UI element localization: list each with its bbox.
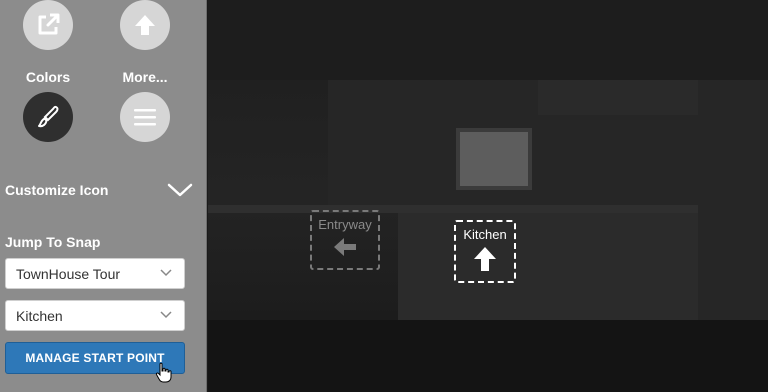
window (456, 128, 532, 190)
colors-button[interactable] (23, 92, 73, 142)
jump-to-snap-label: Jump To Snap (5, 234, 101, 250)
sidebar: Colors More... Customize Icon Jump To Sn… (0, 0, 207, 392)
colors-label: Colors (25, 69, 71, 85)
hotspot-entryway[interactable]: Entryway (310, 210, 380, 270)
hotspot-entryway-label: Entryway (318, 217, 372, 232)
up-arrow-icon (474, 247, 496, 271)
upload-button[interactable] (120, 0, 170, 50)
chevron-down-icon (160, 311, 172, 319)
share-button[interactable] (23, 0, 73, 50)
more-label: More... (122, 69, 168, 85)
snap-select[interactable]: Kitchen (5, 300, 185, 331)
customize-icon-toggle[interactable]: Customize Icon (0, 176, 207, 204)
hotspot-kitchen[interactable]: Kitchen (454, 220, 516, 283)
customize-icon-label: Customize Icon (5, 182, 109, 198)
up-arrow-icon (135, 15, 155, 35)
chevron-down-icon (167, 183, 193, 197)
hotspot-kitchen-label: Kitchen (463, 227, 507, 242)
chevron-down-icon (160, 269, 172, 277)
snap-select-value: Kitchen (16, 308, 63, 324)
left-arrow-icon (334, 238, 356, 256)
ceiling (208, 0, 768, 80)
tour-select[interactable]: TownHouse Tour (5, 258, 185, 289)
more-button[interactable] (120, 92, 170, 142)
hand-cursor-icon (155, 362, 172, 383)
menu-icon (134, 109, 156, 126)
tour-select-value: TownHouse Tour (16, 266, 121, 282)
panorama-view[interactable]: Entryway Kitchen (208, 0, 768, 392)
counter-top (208, 205, 698, 213)
floor (208, 320, 768, 392)
paintbrush-icon (38, 105, 59, 128)
kitchen-island (398, 213, 698, 333)
external-link-icon (38, 13, 60, 35)
